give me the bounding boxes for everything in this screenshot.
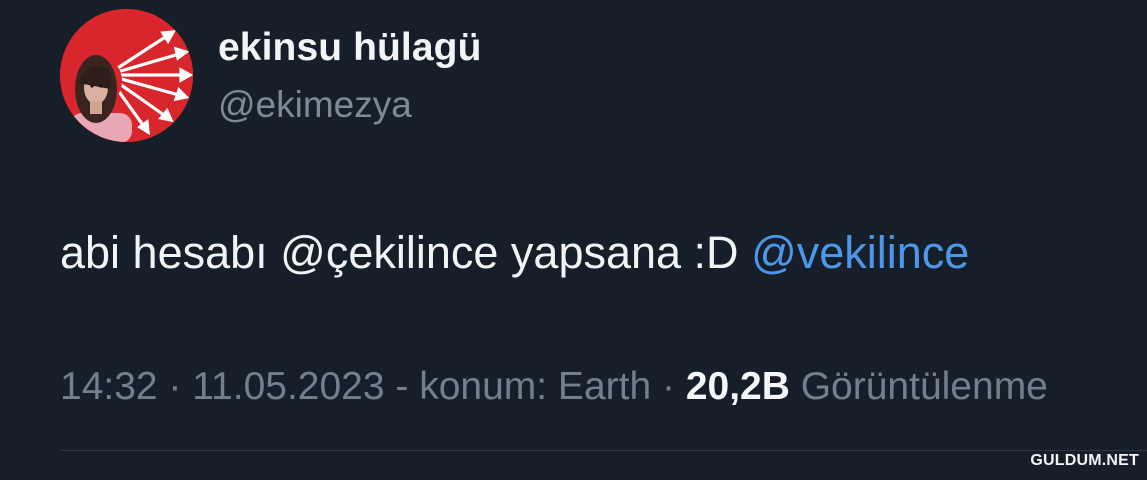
- site-watermark: GULDUM.NET: [1030, 452, 1139, 469]
- views-label: Görüntülenme: [789, 365, 1048, 408]
- divider: [60, 450, 1147, 451]
- tweet-meta: 14:32 · 11.05.2023 - konum: Earth · 20,2…: [60, 365, 1048, 409]
- tweet-text: abi hesabı @çekilince yapsana :D @vekili…: [60, 227, 969, 279]
- avatar[interactable]: [60, 9, 193, 142]
- user-handle[interactable]: @ekimezya: [218, 84, 412, 126]
- display-name[interactable]: ekinsu hülagü: [218, 26, 482, 70]
- avatar-image: [60, 9, 193, 142]
- tweet-card: ekinsu hülagü @ekimezya abi hesabı @çeki…: [0, 0, 1147, 480]
- mention-link[interactable]: @vekilince: [751, 227, 969, 278]
- tweet-body: abi hesabı @çekilince yapsana :D: [60, 227, 752, 278]
- timestamp-location[interactable]: 14:32 · 11.05.2023 - konum: Earth ·: [60, 365, 686, 408]
- views-count: 20,2B: [685, 365, 790, 408]
